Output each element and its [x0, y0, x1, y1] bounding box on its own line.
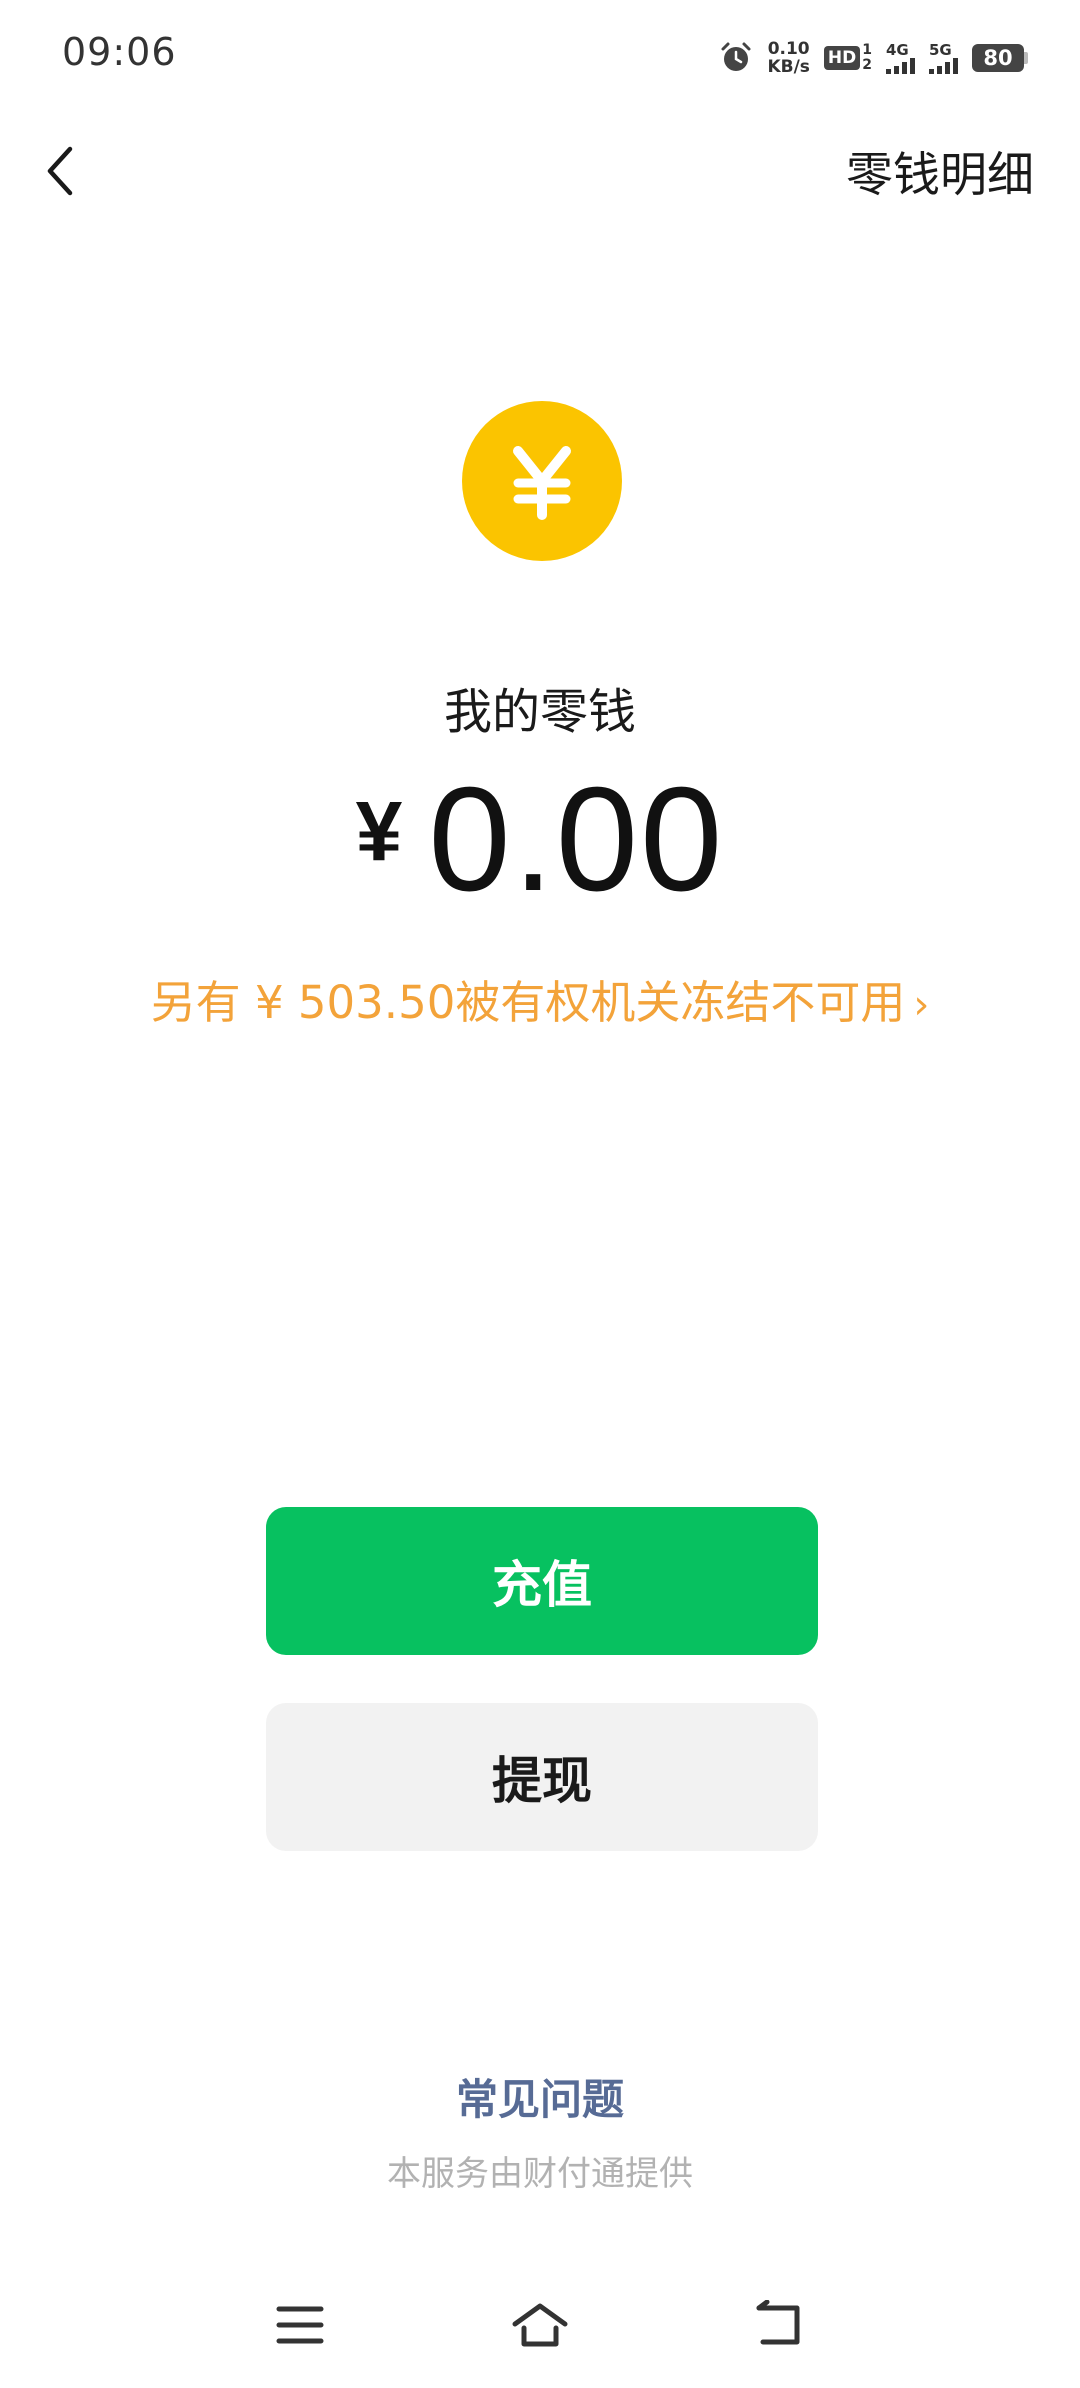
balance-label: 我的零钱: [443, 684, 636, 740]
yuan-symbol-icon: [513, 446, 571, 520]
nav-menu-button[interactable]: [265, 2290, 335, 2360]
yuan-coin-icon: [462, 401, 622, 561]
nav-home-button[interactable]: [505, 2290, 575, 2360]
wallet-balance-page: 09:06 0.10 KB/s HD 1 2 4G 5G 80 零钱明细 我的零…: [0, 0, 1080, 2388]
top-header: 零钱明细: [0, 120, 1080, 220]
balance-amount-value: 0.00: [428, 757, 725, 922]
battery-cap: [1024, 52, 1028, 64]
withdraw-button[interactable]: 提现: [266, 1703, 818, 1851]
balance-details-link[interactable]: 零钱明细: [846, 136, 1034, 205]
signal-4g-label: 4G: [886, 41, 909, 59]
network-speed-value: 0.10: [767, 39, 810, 59]
signal-5g-icon: 5G: [929, 42, 958, 74]
chevron-right-icon: ›: [913, 982, 930, 1028]
menu-icon: [276, 2306, 324, 2344]
faq-link[interactable]: 常见问题: [0, 2066, 1080, 2127]
frozen-funds-text: 另有 ¥ 503.50被有权机关冻结不可用: [150, 976, 906, 1029]
signal-4g-bars: [886, 58, 915, 74]
chevron-left-icon: [47, 146, 73, 196]
battery-level: 80: [972, 44, 1024, 72]
back-button[interactable]: [30, 136, 90, 206]
network-speed-indicator: 0.10 KB/s: [767, 40, 809, 76]
hd-sim1: 1: [862, 42, 872, 58]
recharge-button[interactable]: 充值: [266, 1507, 818, 1655]
alarm-clock-icon: [721, 42, 751, 71]
status-icons: 0.10 KB/s HD 1 2 4G 5G 80: [719, 36, 1028, 80]
hd-sim-indexes: 1 2: [862, 43, 872, 73]
service-provider-note: 本服务由财付通提供: [387, 2154, 693, 2194]
hd-label: HD: [823, 46, 861, 70]
currency-symbol: ¥: [355, 784, 403, 878]
balance-amount: ¥ 0.00: [0, 765, 1080, 915]
hd-sim2: 2: [862, 57, 872, 73]
home-icon: [512, 2303, 568, 2347]
signal-4g-icon: 4G: [886, 42, 915, 74]
back-arrow-icon: [756, 2300, 800, 2345]
network-speed-unit: KB/s: [767, 57, 810, 77]
nav-back-button[interactable]: [745, 2290, 815, 2360]
hd-voice-icon: HD 1 2: [823, 43, 872, 73]
system-navigation-bar: [0, 2280, 1080, 2370]
signal-5g-label: 5G: [929, 41, 952, 59]
frozen-funds-notice[interactable]: 另有 ¥ 503.50被有权机关冻结不可用 ›: [0, 966, 1080, 1031]
status-bar: 09:06 0.10 KB/s HD 1 2 4G 5G 80: [0, 0, 1080, 110]
status-time: 09:06: [62, 30, 177, 74]
battery-icon: 80: [972, 44, 1028, 72]
signal-5g-bars: [929, 58, 958, 74]
